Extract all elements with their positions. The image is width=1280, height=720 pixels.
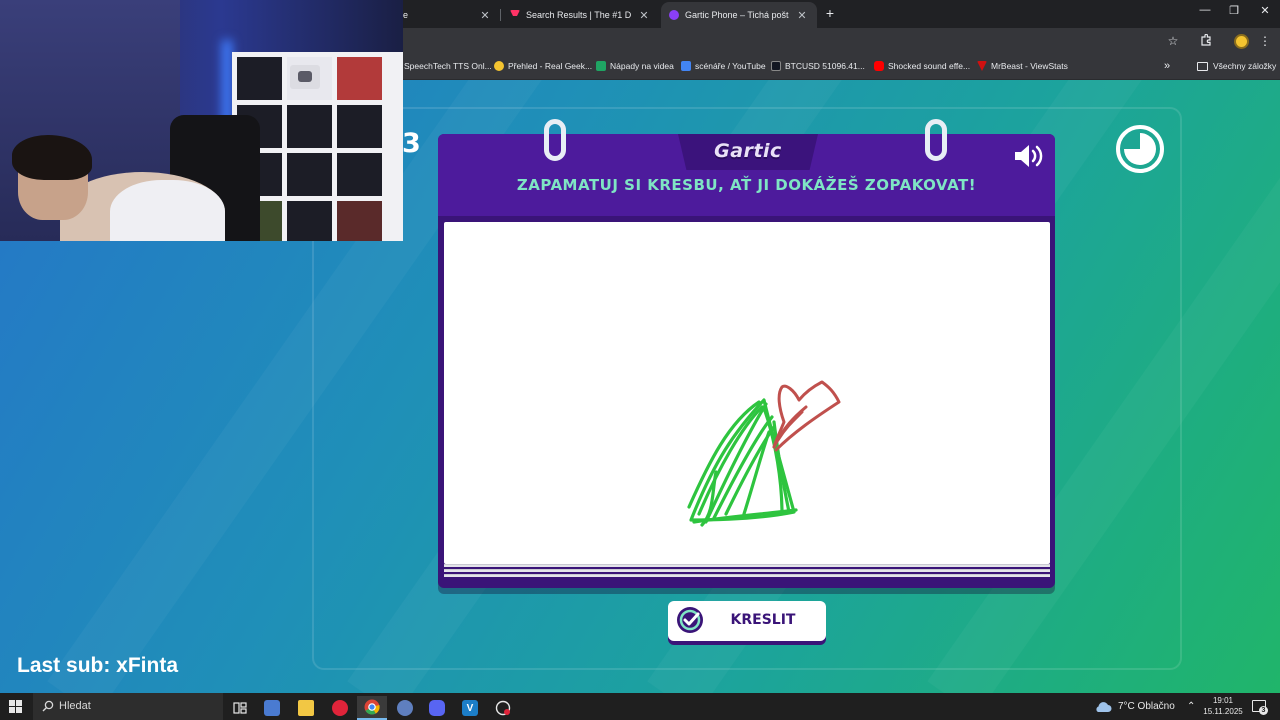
discord-icon[interactable] <box>422 696 452 720</box>
paper-edge <box>444 574 1050 577</box>
memorized-drawing <box>687 380 841 527</box>
browser-menu-icon[interactable]: ⋮ <box>1257 34 1273 48</box>
new-tab-button[interactable]: + <box>822 5 838 21</box>
bookmark-label: Přehled - Real Geek... <box>508 61 593 71</box>
bookmark-label: MrBeast - ViewStats <box>991 61 1068 71</box>
search-placeholder: Hledat <box>59 700 91 712</box>
bookmark-label: SpeechTech TTS Onl... <box>404 61 492 71</box>
profile-avatar[interactable] <box>1234 34 1249 49</box>
extensions-icon[interactable] <box>1198 33 1214 49</box>
instruction-text: ZAPAMATUJ SI KRESBU, AŤ JI DOKÁŽEŠ ZOPAK… <box>516 176 977 194</box>
recorder-app-icon[interactable] <box>488 696 518 720</box>
tab-separator <box>500 9 501 21</box>
tray-overflow-icon[interactable]: ⌃ <box>1187 693 1195 720</box>
chrome-icon[interactable] <box>357 696 387 720</box>
bookmark-star-icon[interactable]: ☆ <box>1165 34 1181 48</box>
bookmark-label: scénáře / YouTube <box>695 61 766 71</box>
shelf-cell <box>337 57 382 100</box>
tab-close-icon[interactable]: ✕ <box>637 9 651 22</box>
browser-tab-1[interactable]: e ✕ <box>395 2 500 28</box>
lightbulb-icon <box>494 61 504 71</box>
task-view-icon[interactable] <box>225 696 255 720</box>
tradingview-icon <box>771 61 781 71</box>
vegas-app-icon[interactable]: V <box>455 696 485 720</box>
card-header: Gartic ZAPAMATUJ SI KRESBU, AŤ JI DOKÁŽE… <box>438 119 1055 216</box>
tab-title: Gartic Phone – Tichá pošta <box>685 10 789 20</box>
browser-tab-active[interactable]: Gartic Phone – Tichá pošta ✕ <box>661 2 817 28</box>
webcam-overlay <box>0 0 403 241</box>
bookmarks-overflow-icon[interactable]: » <box>1164 60 1170 72</box>
bookmark-item[interactable]: SpeechTech TTS Onl... <box>404 61 492 71</box>
bookmark-label: BTCUSD 51096.41... <box>785 61 865 71</box>
browser-tab-2[interactable]: Search Results | The #1 Discord ✕ <box>502 2 659 28</box>
shelf-cell <box>237 57 282 100</box>
shelf-cell <box>287 201 332 241</box>
last-sub-overlay: Last sub: xFinta <box>17 654 179 677</box>
shelf-cell <box>337 153 382 196</box>
file-explorer-icon[interactable] <box>291 696 321 720</box>
folder-icon <box>1197 61 1208 71</box>
restore-icon[interactable]: ❐ <box>1219 4 1249 17</box>
notification-count: 3 <box>1259 706 1268 715</box>
drawing-canvas <box>444 222 1050 564</box>
obs-app-icon[interactable] <box>390 696 420 720</box>
checkmark-icon <box>677 607 703 633</box>
bookmark-item[interactable]: BTCUSD 51096.41... <box>771 61 865 71</box>
gartic-logo: Gartic <box>714 140 782 162</box>
all-bookmarks-label: Všechny záložky <box>1213 61 1277 71</box>
clock-date: 15.11.2025 <box>1203 707 1243 716</box>
weather-text: 7°C Oblačno <box>1118 701 1175 712</box>
binder-ring-right <box>925 119 947 161</box>
bookmark-label: Shocked sound effe... <box>888 61 971 71</box>
bookmark-item[interactable]: MrBeast - ViewStats <box>977 61 1068 71</box>
tab-title: Search Results | The #1 Discord <box>526 10 631 20</box>
all-bookmarks-button[interactable]: Všechny záložky <box>1197 61 1276 71</box>
google-sheets-icon <box>596 61 606 71</box>
windows-taskbar: Hledat V 7°C Oblačno ⌃ 19:01 15.11.2025 … <box>0 693 1280 720</box>
shelf-cell <box>287 105 332 148</box>
google-docs-icon <box>681 61 691 71</box>
cloud-icon <box>1096 701 1112 712</box>
close-window-icon[interactable]: ✕ <box>1250 4 1280 17</box>
bookmark-item[interactable]: Nápady na videa <box>596 61 674 71</box>
tab-close-icon[interactable]: ✕ <box>478 9 492 22</box>
top-gg-icon <box>510 10 520 16</box>
logo-tab: Gartic <box>678 134 818 170</box>
bookmark-label: Nápady na videa <box>610 61 674 71</box>
taskbar-clock[interactable]: 19:01 15.11.2025 <box>1200 695 1246 717</box>
clock-time: 19:01 <box>1212 696 1234 705</box>
shelf-cell <box>337 105 382 148</box>
play-button-award-icon <box>290 65 320 89</box>
minimize-icon[interactable]: — <box>1190 4 1220 16</box>
windows-start-icon[interactable] <box>9 700 22 713</box>
draw-button[interactable]: KRESLIT <box>668 601 826 641</box>
taskbar-search[interactable]: Hledat <box>33 693 223 720</box>
sound-icon[interactable] <box>1013 142 1047 170</box>
opera-gx-icon[interactable] <box>325 696 355 720</box>
round-number: 3 <box>402 128 421 159</box>
paper-edge <box>444 564 1050 567</box>
shelf-cell <box>337 201 382 241</box>
weather-widget[interactable]: 7°C Oblačno <box>1094 693 1175 720</box>
binder-ring-left <box>544 119 566 161</box>
gartic-phone-icon <box>669 10 679 20</box>
notepad-app-icon[interactable] <box>257 696 287 720</box>
bookmark-item[interactable]: scénáře / YouTube <box>681 61 766 71</box>
youtube-icon <box>874 61 884 71</box>
paper-edge <box>444 569 1050 572</box>
shelf-cell <box>287 153 332 196</box>
tab-title: e <box>403 10 409 20</box>
search-icon <box>42 700 54 712</box>
webcam-person-shirt <box>110 180 225 241</box>
draw-button-label: KRESLIT <box>730 612 796 628</box>
bookmark-item[interactable]: Přehled - Real Geek... <box>494 61 592 71</box>
viewstats-icon <box>977 61 987 71</box>
timer-icon <box>1116 125 1164 173</box>
bookmark-item[interactable]: Shocked sound effe... <box>874 61 970 71</box>
tab-close-icon[interactable]: ✕ <box>795 9 809 22</box>
